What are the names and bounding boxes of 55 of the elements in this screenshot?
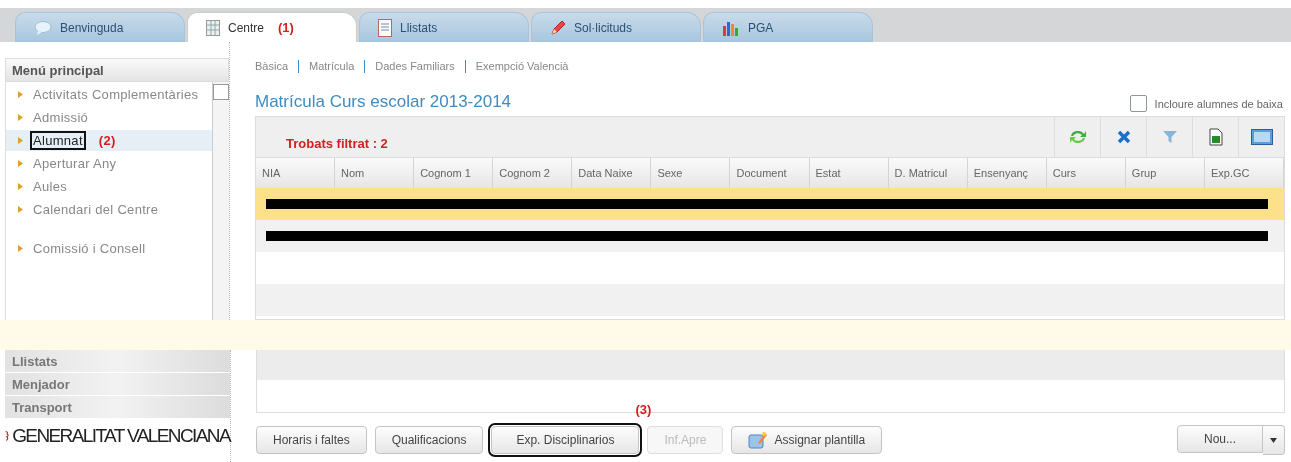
tab[interactable]: Centre (1) — [187, 12, 357, 42]
subnav-link[interactable]: Dades Familiars — [375, 60, 455, 72]
grid-icon — [206, 19, 220, 36]
result-count: Trobats filtrat : 2 — [286, 135, 388, 151]
dropdown-toggle[interactable] — [1263, 425, 1285, 455]
subnav-link[interactable]: Matrícula — [309, 60, 355, 72]
annotation-number: (1) — [278, 20, 294, 35]
checkbox[interactable] — [1129, 95, 1147, 112]
menu-item[interactable]: Comissió i Consell — [6, 238, 212, 259]
menu-item[interactable]: Activitats Complementàries — [6, 84, 212, 105]
menu-item[interactable]: Admissió — [6, 107, 212, 128]
annotation-number: (2) — [98, 133, 116, 148]
subnav-link[interactable]: Bàsica — [255, 60, 289, 72]
menu-item[interactable]: Calendari del Centre — [6, 199, 212, 220]
delete-icon[interactable] — [1116, 130, 1131, 144]
menu-header: Menú principal — [5, 58, 229, 82]
menu-item[interactable]: Aules — [6, 176, 212, 197]
menu-section[interactable]: Transport — [5, 396, 230, 418]
caret-icon — [1270, 437, 1277, 443]
bullet-icon — [18, 114, 23, 121]
table-row[interactable] — [256, 220, 1284, 252]
menu-section[interactable]: Llistats — [5, 350, 230, 372]
bar-chart-icon — [722, 19, 740, 36]
action-button[interactable]: Exp. Disciplinarios — [491, 426, 640, 454]
checkbox-label: Incloure alumnes de baixa — [1154, 97, 1283, 110]
template-icon — [748, 431, 769, 449]
annotation-number: (3) — [635, 402, 652, 417]
action-button[interactable]: Qualificacions — [374, 426, 484, 454]
action-button[interactable]: Assignar plantilla — [731, 426, 883, 454]
bullet-icon — [18, 245, 23, 252]
menu-section[interactable]: Menjador — [5, 373, 230, 395]
scrollbar[interactable] — [212, 82, 229, 320]
bullet-icon — [18, 183, 23, 190]
tab[interactable]: PGA — [703, 12, 873, 42]
subnav-link[interactable]: Exempció Valencià — [475, 60, 569, 72]
new-button[interactable]: Nou... — [1177, 425, 1263, 453]
table-row[interactable] — [256, 188, 1284, 220]
document-icon — [378, 18, 392, 37]
bullet-icon — [18, 137, 23, 144]
bullet-icon — [18, 160, 23, 167]
page-title: Matrícula Curs escolar 2013-2014 — [255, 92, 512, 112]
logo-text: GENERALITAT VALENCIANA — [12, 425, 230, 447]
menu-item[interactable]: Alumnat (2) — [6, 130, 212, 151]
bullet-icon — [18, 206, 23, 213]
bullet-icon — [18, 91, 23, 98]
tab[interactable]: Llistats — [359, 12, 529, 42]
pencil-icon — [550, 19, 566, 36]
action-button[interactable]: Horaris i faltes — [256, 426, 367, 454]
tab[interactable]: Benvinguda — [15, 12, 185, 42]
image-icon[interactable] — [1250, 129, 1273, 145]
menu-item[interactable]: Aperturar Any — [6, 153, 212, 174]
refresh-icon[interactable] — [1067, 128, 1088, 146]
document-icon[interactable] — [1208, 128, 1223, 146]
tab[interactable]: Sol·licituds — [531, 12, 701, 42]
speech-bubble-icon — [34, 20, 52, 35]
